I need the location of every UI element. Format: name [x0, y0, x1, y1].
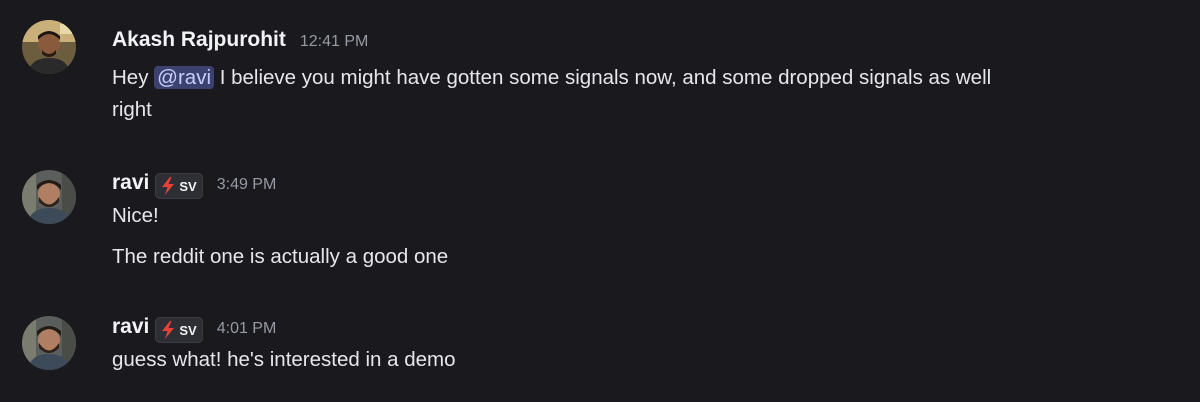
message-content: Hey @ravi I believe you might have gotte… [112, 62, 1172, 94]
username[interactable]: Akash Rajpurohit [112, 28, 286, 52]
message-text: I believe you might have gotten some sig… [214, 66, 992, 89]
message-text: guess what! he's interested in a demo [112, 348, 456, 371]
timestamp[interactable]: 12:41 PM [300, 33, 368, 51]
role-badge[interactable]: SV [155, 173, 203, 199]
user-mention[interactable]: @ravi [154, 66, 214, 89]
timestamp[interactable]: 4:01 PM [217, 320, 277, 338]
lightning-icon [162, 321, 175, 339]
message-text: Nice! [112, 204, 159, 227]
person-avatar-icon [22, 170, 76, 224]
role-badge-label: SV [179, 178, 197, 194]
username[interactable]: ravi [112, 315, 149, 339]
avatar[interactable] [22, 20, 76, 74]
person-avatar-icon [22, 316, 76, 370]
role-badge[interactable]: SV [155, 317, 203, 343]
avatar[interactable] [22, 316, 76, 370]
avatar[interactable] [22, 170, 76, 224]
timestamp[interactable]: 3:49 PM [217, 176, 277, 194]
lightning-icon [162, 177, 175, 195]
username[interactable]: ravi [112, 171, 149, 195]
role-badge-label: SV [179, 322, 197, 338]
message-text: The reddit one is actually a good one [112, 245, 449, 268]
message-text: Hey [112, 66, 155, 89]
message-item: ravi SV 4:01 PM guess what! he's interes… [0, 295, 1200, 395]
message-item: ravi SV 3:49 PM Nice! The reddit one is … [0, 150, 1200, 280]
message-item: Akash Rajpurohit 12:41 PM Hey @ravi I be… [0, 0, 1200, 140]
message-text-continued: right [112, 98, 152, 121]
person-avatar-icon [22, 20, 76, 74]
